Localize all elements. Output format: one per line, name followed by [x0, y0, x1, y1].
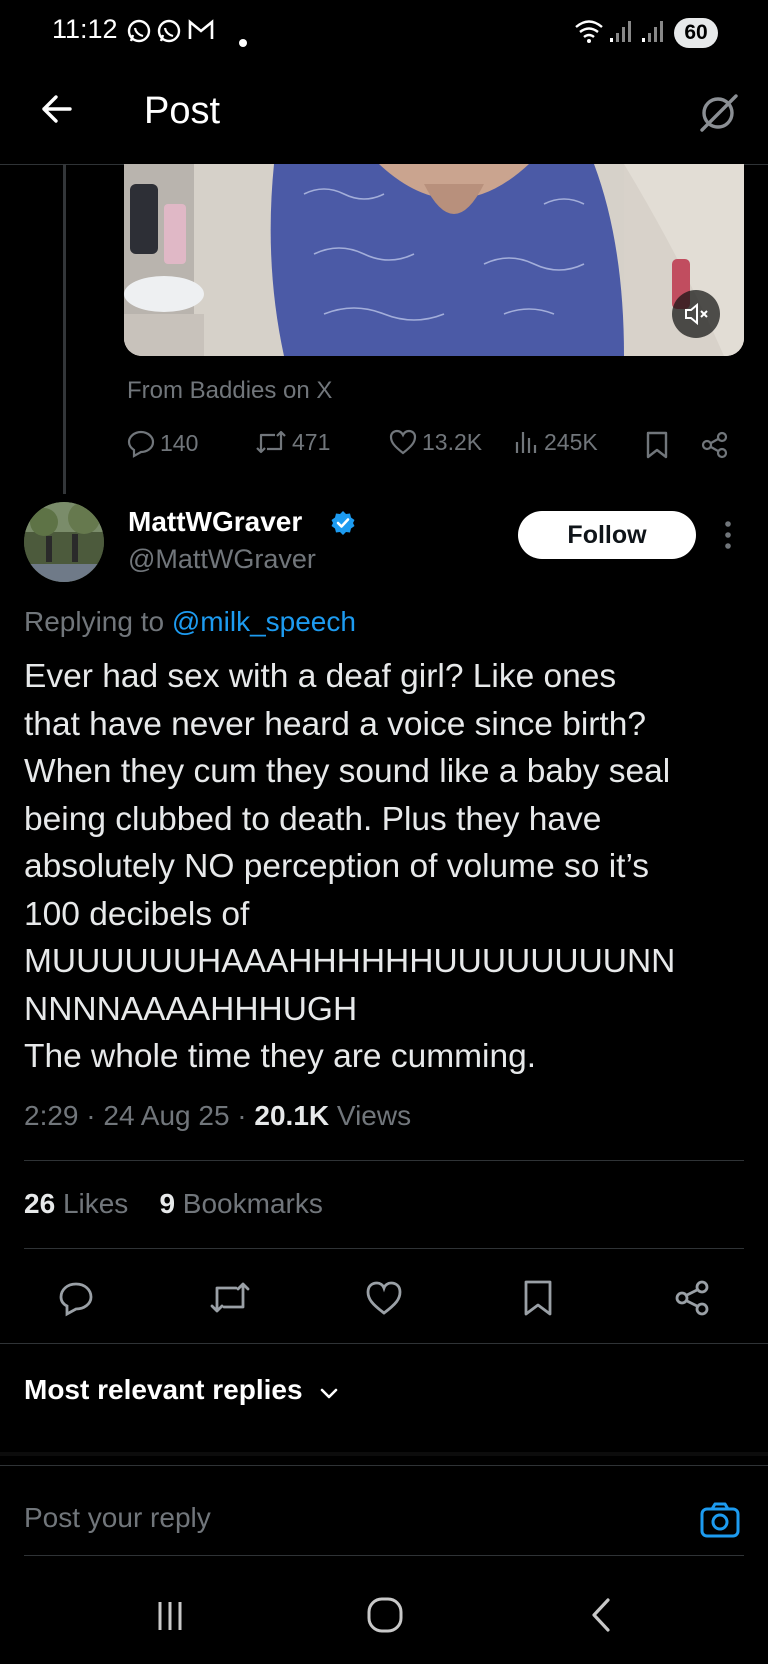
replies-sort-label[interactable]: Most relevant replies	[24, 1374, 303, 1406]
mute-icon[interactable]	[672, 290, 720, 338]
repost-icon	[254, 428, 288, 456]
bookmark-icon[interactable]	[644, 430, 670, 465]
whatsapp-icon	[126, 18, 152, 50]
battery-indicator: 60	[674, 18, 718, 48]
more-options-icon[interactable]	[722, 520, 734, 555]
views-metric[interactable]: 245K	[514, 428, 598, 456]
likes-label: Likes	[62, 1188, 129, 1219]
signal-icon	[608, 18, 634, 50]
back-nav-icon[interactable]	[586, 1596, 616, 1639]
page-title: Post	[144, 90, 221, 132]
bookmark-icon[interactable]	[520, 1278, 556, 1323]
author-handle[interactable]: @MattWGraver	[128, 544, 316, 575]
dot-icon	[238, 28, 248, 54]
heart-icon	[388, 428, 418, 456]
home-icon[interactable]	[366, 1596, 404, 1639]
camera-icon[interactable]	[698, 1500, 742, 1545]
post-meta: 2:29 · 24 Aug 25 · 20.1K Views	[24, 1100, 412, 1131]
post-views-count[interactable]: 20.1K	[254, 1100, 329, 1131]
bookmarks-stat[interactable]: 9 Bookmarks	[159, 1188, 322, 1219]
heart-icon[interactable]	[364, 1278, 404, 1323]
like-metric[interactable]: 13.2K	[388, 428, 482, 456]
gmail-icon	[187, 18, 215, 48]
follow-button[interactable]: Follow	[518, 511, 696, 559]
grok-icon[interactable]	[696, 90, 742, 141]
bookmarks-label: Bookmarks	[182, 1188, 323, 1219]
likes-stat[interactable]: 26 Likes	[24, 1188, 128, 1219]
repost-count: 471	[292, 428, 331, 455]
divider	[24, 1248, 744, 1249]
chevron-down-icon[interactable]	[318, 1382, 340, 1409]
divider	[0, 1465, 768, 1466]
repost-metric[interactable]: 471	[254, 428, 330, 456]
reply-count: 140	[160, 429, 199, 456]
avatar[interactable]	[24, 502, 104, 582]
signal-icon	[640, 18, 666, 50]
arrow-left-icon[interactable]	[36, 88, 78, 135]
status-bar: 11:12 60	[0, 0, 768, 66]
parent-post-video[interactable]	[124, 164, 744, 356]
replying-to-mention[interactable]: @milk_speech	[172, 606, 356, 637]
app-bar: Post	[0, 66, 768, 165]
post-views-label: Views	[336, 1100, 412, 1131]
wifi-icon	[574, 18, 604, 50]
system-navigation-bar	[0, 1570, 768, 1664]
recent-apps-icon[interactable]	[152, 1598, 188, 1639]
bookmarks-count: 9	[159, 1188, 176, 1219]
divider	[0, 1343, 768, 1344]
verified-badge-icon	[330, 510, 356, 541]
author-name[interactable]: MattWGraver	[128, 506, 302, 538]
views-icon	[514, 428, 540, 456]
post-source-label: From Baddies on X	[127, 377, 333, 404]
reply-icon	[126, 428, 156, 458]
post-time: 2:29	[24, 1100, 79, 1131]
like-count: 13.2K	[422, 428, 483, 455]
divider	[24, 1555, 744, 1556]
reply-input[interactable]: Post your reply	[24, 1502, 211, 1534]
share-icon[interactable]	[672, 1278, 712, 1323]
reply-preview-edge	[0, 1452, 768, 1456]
status-time: 11:12	[52, 14, 118, 44]
repost-icon[interactable]	[208, 1278, 252, 1323]
reply-metric[interactable]: 140	[126, 428, 198, 458]
whatsapp-icon	[156, 18, 182, 50]
divider	[24, 1160, 744, 1161]
share-icon[interactable]	[700, 430, 730, 465]
thread-connector	[63, 164, 66, 494]
reply-icon[interactable]	[56, 1278, 96, 1323]
replying-prefix: Replying to	[24, 606, 165, 637]
post-stats: 26 Likes 9 Bookmarks	[24, 1188, 323, 1220]
views-count: 245K	[544, 428, 598, 455]
replying-to: Replying to @milk_speech	[24, 606, 356, 638]
likes-count: 26	[24, 1188, 56, 1219]
post-date: 24 Aug 25	[103, 1100, 230, 1131]
post-text: Ever had sex with a deaf girl? Like ones…	[24, 658, 676, 1075]
